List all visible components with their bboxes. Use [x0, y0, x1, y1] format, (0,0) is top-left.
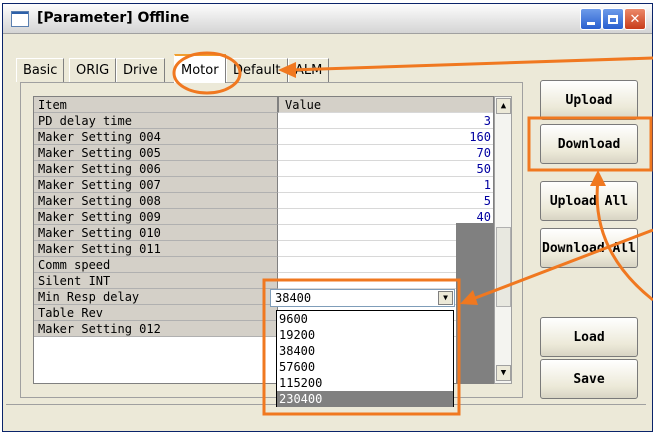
close-button[interactable]: ✕ [624, 8, 646, 30]
row-item: Comm speed [34, 257, 278, 273]
tab-motor[interactable]: Motor [174, 54, 226, 83]
upload-button[interactable]: Upload [540, 80, 638, 120]
minimize-icon [587, 21, 595, 25]
table-row[interactable]: Maker Setting 009 40 [34, 209, 493, 225]
tab-default[interactable]: Default [226, 58, 288, 82]
row-item: Maker Setting 012 [34, 321, 278, 337]
status-area [6, 404, 646, 426]
header-item: Item [34, 97, 278, 113]
maximize-icon [608, 14, 618, 24]
row-value[interactable]: 3 [278, 113, 493, 129]
table-row[interactable]: Maker Setting 005 70 [34, 145, 493, 161]
row-value[interactable]: 5 [278, 193, 493, 209]
window-icon [11, 11, 29, 27]
row-item: Maker Setting 006 [34, 161, 278, 177]
table-row[interactable]: Maker Setting 008 5 [34, 193, 493, 209]
table-row[interactable]: Maker Setting 006 50 [34, 161, 493, 177]
row-item: Min Resp delay [34, 289, 278, 305]
row-item: Silent INT [34, 273, 278, 289]
download-all-button[interactable]: Download All [540, 228, 638, 268]
row-value[interactable]: 160 [278, 129, 493, 145]
scroll-thumb[interactable] [496, 227, 511, 307]
dropdown-option[interactable]: 19200 [277, 327, 453, 343]
chevron-down-icon[interactable]: ▼ [438, 291, 453, 305]
dropdown-option[interactable]: 9600 [277, 311, 453, 327]
save-button[interactable]: Save [540, 359, 638, 399]
row-value[interactable]: 70 [278, 145, 493, 161]
header-value: Value [278, 97, 493, 113]
download-button[interactable]: Download [540, 124, 638, 164]
row-value[interactable]: 1 [278, 177, 493, 193]
maximize-button[interactable] [602, 8, 624, 30]
title-bar[interactable]: [Parameter] Offline ✕ [3, 4, 652, 34]
row-item: Maker Setting 005 [34, 145, 278, 161]
minimize-button[interactable] [580, 8, 602, 30]
tab-basic[interactable]: Basic [16, 58, 65, 82]
row-item: Maker Setting 007 [34, 177, 278, 193]
dropdown-option[interactable]: 57600 [277, 359, 453, 375]
dropdown-option[interactable]: 38400 [277, 343, 453, 359]
tab-alm[interactable]: ALM [288, 58, 330, 82]
table-row[interactable]: PD delay time 3 [34, 113, 493, 129]
close-icon: ✕ [629, 11, 641, 27]
window-title: [Parameter] Offline [37, 10, 190, 26]
table-row[interactable]: Silent INT [34, 273, 493, 289]
table-row[interactable]: Maker Setting 004 160 [34, 129, 493, 145]
grid-header: Item Value [34, 97, 493, 113]
comm-speed-selected: 38400 [275, 291, 312, 305]
row-item: Maker Setting 008 [34, 193, 278, 209]
upload-all-button[interactable]: Upload All [540, 181, 638, 221]
table-row[interactable]: Maker Setting 011 100 [34, 241, 493, 257]
dropdown-option[interactable]: 115200 [277, 375, 453, 391]
row-item: Maker Setting 004 [34, 129, 278, 145]
tab-drive[interactable]: Drive [116, 58, 165, 82]
tab-orig[interactable]: ORIG [69, 58, 117, 82]
row-item: Table Rev [34, 305, 278, 321]
row-item: Maker Setting 009 [34, 209, 278, 225]
grid-scrollbar[interactable]: ▲ ▼ [494, 96, 512, 384]
comm-speed-dropdown: 9600 19200 38400 57600 115200 230400 [276, 310, 454, 407]
table-row[interactable]: Maker Setting 010 50 [34, 225, 493, 241]
scroll-up-icon[interactable]: ▲ [496, 98, 511, 114]
row-value[interactable]: 50 [278, 161, 493, 177]
grid-empty-area [456, 223, 493, 383]
scroll-down-icon[interactable]: ▼ [496, 365, 511, 381]
row-item: Maker Setting 010 [34, 225, 278, 241]
comm-speed-select[interactable]: 38400 ▼ [270, 289, 455, 307]
table-row[interactable]: Comm speed [34, 257, 493, 273]
row-item: Maker Setting 011 [34, 241, 278, 257]
row-item: PD delay time [34, 113, 278, 129]
load-button[interactable]: Load [540, 317, 638, 357]
dropdown-option-highlighted[interactable]: 230400 [277, 391, 453, 407]
table-row[interactable]: Maker Setting 007 1 [34, 177, 493, 193]
